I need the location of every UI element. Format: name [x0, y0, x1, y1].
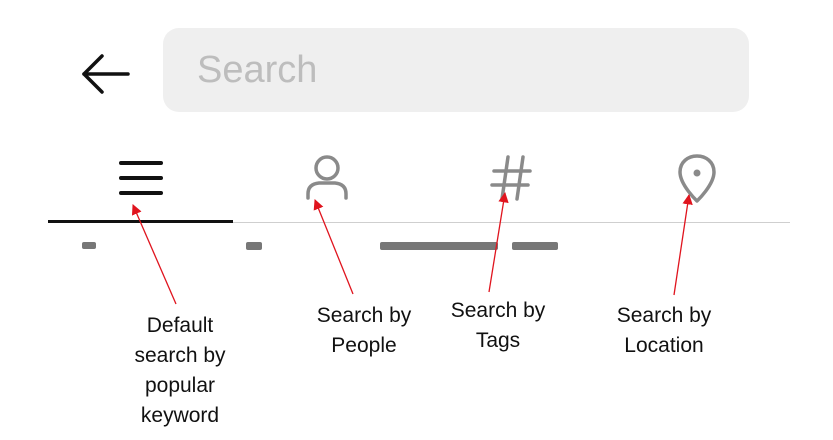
- tab-active-indicator: [48, 220, 233, 223]
- annotation-arrow: [313, 199, 354, 295]
- search-bar[interactable]: [163, 28, 749, 112]
- annotation-search-tags: Search by Tags: [450, 299, 546, 352]
- tab-top[interactable]: [111, 148, 171, 208]
- content-fragment: [512, 242, 558, 250]
- tab-people[interactable]: [297, 148, 357, 208]
- search-input[interactable]: [197, 28, 717, 112]
- tab-location[interactable]: [667, 148, 727, 208]
- location-pin-icon: [678, 154, 716, 203]
- annotation-search-people: Search by People: [316, 304, 412, 357]
- menu-icon: [119, 161, 163, 195]
- content-fragment: [380, 242, 498, 250]
- tab-tags[interactable]: [482, 148, 542, 208]
- content-fragment: [82, 242, 96, 249]
- back-button[interactable]: [78, 52, 134, 96]
- annotation-search-location: Search by Location: [616, 304, 712, 357]
- arrow-left-icon: [82, 54, 130, 94]
- hashtag-icon: [490, 155, 532, 201]
- content-fragment: [246, 242, 262, 250]
- annotation-default-search: Default search by popular keyword: [134, 314, 226, 427]
- person-icon: [306, 155, 348, 200]
- annotation-arrow: [673, 193, 693, 296]
